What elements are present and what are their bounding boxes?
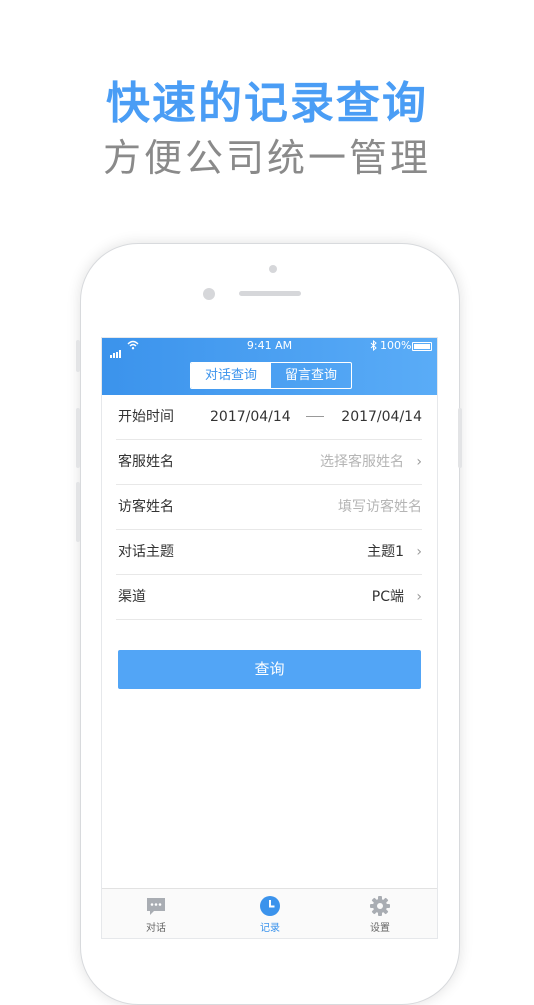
start-time-row: 开始时间 2017/04/14 2017/04/14 <box>116 395 422 440</box>
query-type-segmented-control: 对话查询 留言查询 <box>190 362 352 389</box>
tab-records[interactable]: 记录 <box>230 889 310 938</box>
channel-value[interactable]: PC端 <box>372 575 404 619</box>
agent-name-select[interactable]: 选择客服姓名 <box>320 440 404 484</box>
visitor-name-row: 访客姓名 填写访客姓名 <box>116 485 422 530</box>
tab-settings-label: 设置 <box>370 923 390 934</box>
phone-camera <box>203 288 215 300</box>
bluetooth-icon <box>370 340 377 351</box>
tab-settings[interactable]: 设置 <box>340 889 420 938</box>
status-bar: 9:41 AM 100% <box>102 338 437 358</box>
app-screen: 9:41 AM 100% 对话查询 留言查询 开始时间 2017/04/14 2… <box>101 337 438 939</box>
promo-title: 快速的记录查询 <box>106 78 428 129</box>
tab-chat-label: 对话 <box>146 923 166 934</box>
phone-power-button <box>458 408 462 468</box>
chat-bubble-icon <box>147 898 165 915</box>
tab-records-label: 记录 <box>260 923 280 934</box>
tab-conversation-query[interactable]: 对话查询 <box>191 363 271 388</box>
topic-row[interactable]: 对话主题 主题1 › <box>116 530 422 575</box>
channel-row[interactable]: 渠道 PC端 › <box>116 575 422 620</box>
promo-subtitle: 方便公司统一管理 <box>102 136 431 180</box>
phone-sensor <box>269 265 277 273</box>
query-form: 开始时间 2017/04/14 2017/04/14 客服姓名 选择客服姓名 ›… <box>116 395 422 620</box>
bottom-tab-bar: 对话 记录 设置 <box>102 888 437 938</box>
battery-icon <box>412 342 432 351</box>
top-nav-bar: 9:41 AM 100% 对话查询 留言查询 <box>102 338 437 395</box>
tab-chat[interactable]: 对话 <box>116 889 196 938</box>
channel-label: 渠道 <box>118 589 146 605</box>
phone-speaker <box>239 291 301 296</box>
visitor-name-label: 访客姓名 <box>118 499 174 515</box>
phone-volume-up <box>76 408 80 468</box>
chevron-right-icon: › <box>416 454 422 470</box>
topic-label: 对话主题 <box>118 544 174 560</box>
chevron-right-icon: › <box>416 544 422 560</box>
phone-mute-switch <box>76 340 80 372</box>
topic-value[interactable]: 主题1 <box>367 530 404 574</box>
start-time-label: 开始时间 <box>118 409 174 425</box>
tab-message-query[interactable]: 留言查询 <box>271 363 351 388</box>
visitor-name-input[interactable]: 填写访客姓名 <box>338 485 422 529</box>
chevron-right-icon: › <box>416 589 422 605</box>
agent-name-label: 客服姓名 <box>118 454 174 470</box>
phone-volume-down <box>76 482 80 542</box>
gear-icon <box>370 896 390 916</box>
agent-name-row[interactable]: 客服姓名 选择客服姓名 › <box>116 440 422 485</box>
date-range-separator <box>306 416 324 417</box>
query-button[interactable]: 查询 <box>118 650 421 689</box>
start-date-to[interactable]: 2017/04/14 <box>341 395 422 439</box>
clock-icon <box>260 896 280 916</box>
start-date-from[interactable]: 2017/04/14 <box>210 395 291 439</box>
battery-percent: 100% <box>380 339 412 352</box>
